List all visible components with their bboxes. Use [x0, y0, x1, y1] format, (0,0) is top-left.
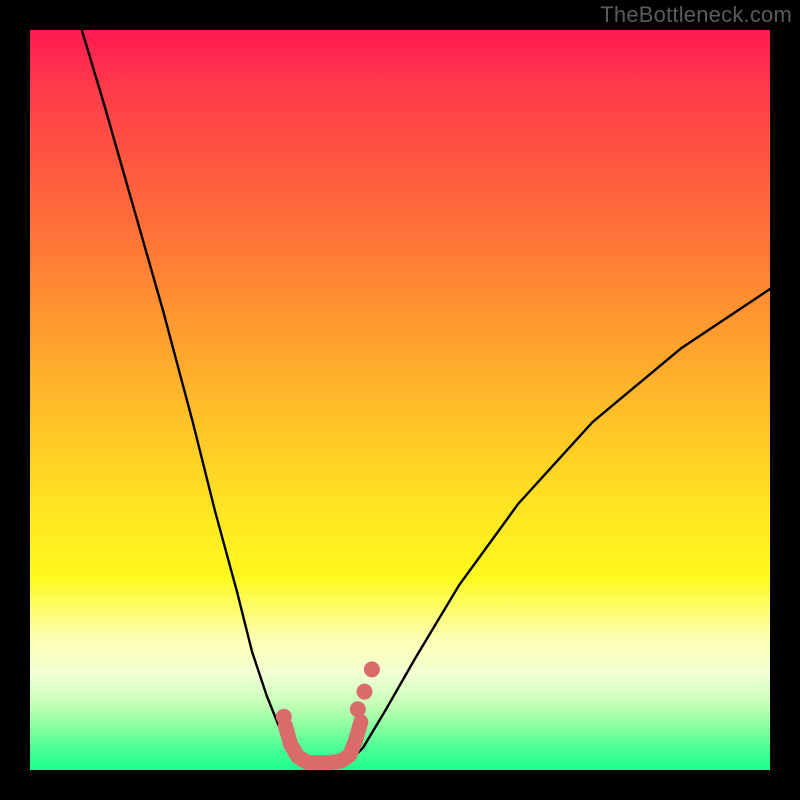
chart-svg	[30, 30, 770, 770]
overlay-dot	[350, 701, 366, 717]
bottom-overlay	[285, 722, 361, 763]
right-curve	[348, 289, 770, 763]
overlay-dot	[364, 661, 380, 677]
overlay-dot	[357, 684, 373, 700]
left-curve	[82, 30, 304, 763]
watermark-text: TheBottleneck.com	[600, 2, 792, 28]
overlay-dots-group	[276, 661, 380, 724]
plot-area	[30, 30, 770, 770]
overlay-dot	[276, 709, 292, 725]
chart-frame: TheBottleneck.com	[0, 0, 800, 800]
